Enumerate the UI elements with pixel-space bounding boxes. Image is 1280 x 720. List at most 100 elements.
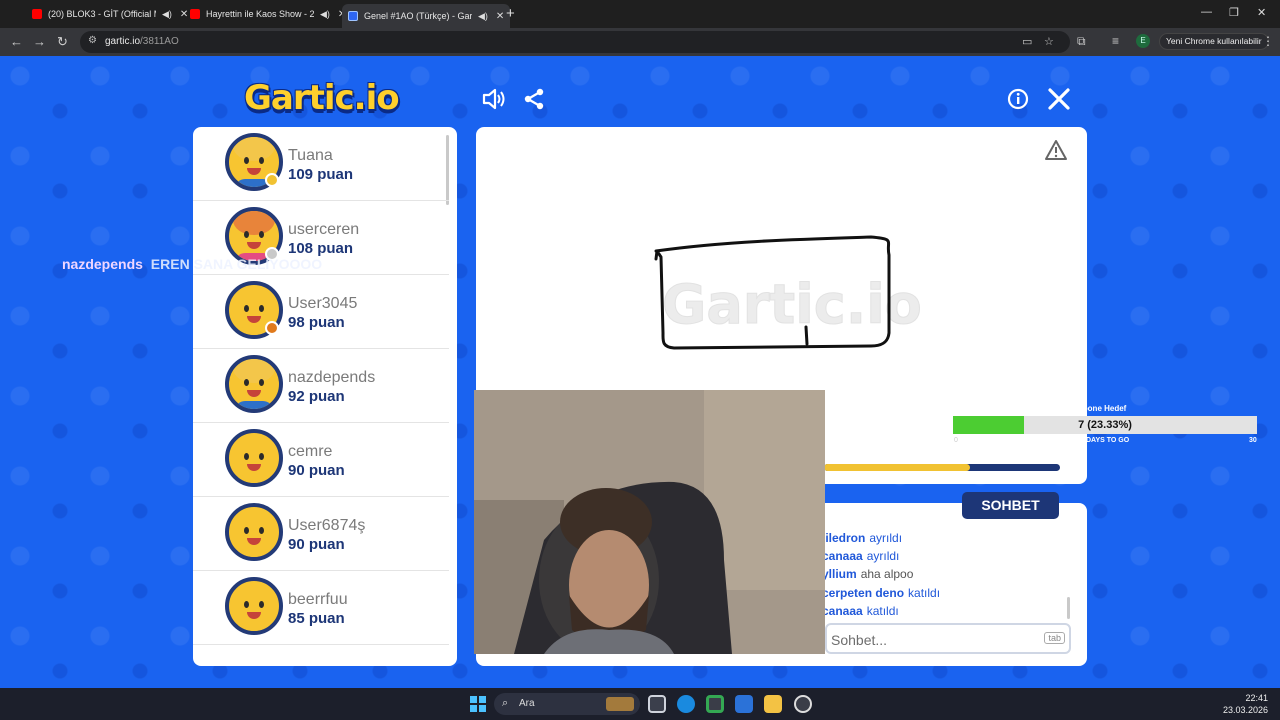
player-score: 90 puan [288,536,345,553]
gartic-logo[interactable]: Gartic.io [244,78,400,118]
chat-message: ıiledron ayrıldı [822,531,902,545]
youtube-icon [190,9,200,19]
chat-text: katıldı [866,603,899,618]
player-row[interactable]: Tuana 109 puan [193,127,449,201]
browser-tab[interactable]: (20) BLOK3 - GİT (Official M ◀) ✕ [26,4,194,24]
sound-icon[interactable] [480,86,506,117]
player-avatar [225,355,283,413]
windows-start-icon[interactable] [470,696,486,712]
speaker-icon[interactable]: ◀) [162,9,172,20]
players-panel: Tuana 109 puan userceren 108 puan User3045 98… [193,127,457,666]
avatar-eye [259,157,264,164]
close-icon[interactable] [1047,87,1071,116]
chat-username[interactable]: yllium [822,567,857,581]
avatar-eye [259,231,264,238]
goal-start-value: 0 [954,437,958,444]
cast-icon[interactable]: ▭ [1022,35,1032,48]
subscriber-goal-widget: Abone Hedef 7 (23.33%) 0 DAYS TO GO 30 [953,404,1257,448]
chat-input[interactable]: Sohbet... tab [825,623,1071,654]
new-tab-button[interactable]: + [506,5,515,22]
tab-title: Hayrettin ile Kaos Show - 2.Sez [206,9,314,19]
avatar-shirt [235,549,273,557]
edge-icon[interactable] [677,695,695,713]
avatar-hair [233,137,275,161]
avatar-eye [259,305,264,312]
tab-title: (20) BLOK3 - GİT (Official M [48,9,156,19]
avatar-shirt [235,401,273,409]
player-name: User3045 [288,295,358,312]
reload-icon[interactable]: ↻ [57,34,68,50]
goal-progress-label: 7 (23.33%) [1078,419,1132,431]
avatar-eye [244,601,249,608]
avatar-mouth [247,168,261,175]
close-window-icon[interactable]: ✕ [1257,6,1266,19]
goal-title: Abone Hedef [1077,404,1127,413]
restore-icon[interactable]: ❐ [1229,6,1239,19]
address-bar[interactable]: ⚙ gartic.io/3811AO ▭ ☆ [80,31,1070,53]
report-warning-icon[interactable] [1044,139,1068,166]
media-control-icon[interactable]: ≡ [1112,34,1119,48]
player-avatar [225,503,283,561]
clock-date: 23.03.2026 [1222,705,1268,715]
floating-chat-user: nazdepends [62,256,143,272]
profile-avatar[interactable]: E [1136,34,1150,48]
site-info-icon[interactable]: ⚙ [88,35,97,46]
player-row[interactable]: beerrfuu 85 puan [193,571,449,645]
player-score: 98 puan [288,314,345,331]
player-row[interactable]: User3045 98 puan [193,275,449,349]
chrome-icon[interactable] [706,695,724,713]
avatar-mouth [247,538,261,545]
chat-username[interactable]: canaaa [822,604,863,618]
player-name: nazdepends [288,369,376,386]
player-row[interactable]: cemre 90 puan [193,423,449,497]
avatar-eye [244,527,249,534]
chat-username[interactable]: ıiledron [822,531,865,545]
minimize-icon[interactable]: — [1201,6,1212,18]
drawn-stroke [804,325,809,346]
chat-text: ayrıldı [869,531,903,545]
avatar-eye [244,379,249,386]
player-score: 92 puan [288,388,345,405]
chat-input-placeholder: Sohbet... [831,632,888,648]
player-name: User6874ş [288,517,366,534]
chat-message: cerpeten deno katıldı [822,586,940,600]
canvas-watermark: Gartic.io [662,273,922,336]
browser-tab-active[interactable]: Genel #1AO (Türkçe) - Gartic ◀) ✕ [342,4,511,28]
mail-icon[interactable] [735,695,753,713]
player-row[interactable]: nazdepends 92 puan [193,349,449,423]
speaker-icon[interactable]: ◀) [478,11,488,22]
chat-username[interactable]: cerpeten deno [822,586,904,600]
speaker-icon[interactable]: ◀) [320,9,330,20]
file-explorer-icon[interactable] [764,695,782,713]
avatar-mouth [247,242,261,249]
info-icon[interactable] [1007,88,1029,115]
extensions-icon[interactable]: ⧉ [1077,34,1086,49]
round-timer-fill [824,464,971,471]
youtube-icon [32,9,42,19]
forward-icon[interactable]: → [33,34,46,49]
avatar-mouth [247,464,261,471]
floating-chat-text: EREN SANA GELİYOOOO [150,256,323,272]
windows-taskbar: ⌕ Ara 22:41 23.03.2026 [0,688,1280,720]
system-clock[interactable]: 22:41 23.03.2026 [1223,692,1268,716]
avatar-eye [259,453,264,460]
avatar-eye [244,453,249,460]
search-highlight-image [606,697,634,711]
app-icon[interactable] [794,695,812,713]
share-icon[interactable] [522,87,546,116]
player-row[interactable]: User6874ş 90 puan [193,497,449,571]
tab-key-hint: tab [1044,632,1065,644]
close-tab-icon[interactable]: ✕ [496,11,504,22]
bookmark-star-icon[interactable]: ☆ [1044,35,1054,48]
chat-username[interactable]: canaaa [822,549,863,563]
task-view-icon[interactable] [648,695,666,713]
tab-title: Genel #1AO (Türkçe) - Gartic [364,11,472,21]
browser-tab[interactable]: Hayrettin ile Kaos Show - 2.Sez ◀) ✕ [184,4,352,24]
chrome-update-button[interactable]: Yeni Chrome kullanılabilir [1159,33,1269,50]
chrome-menu-icon[interactable]: ⋮ [1262,34,1274,48]
chat-message: yllium aha alpoo [822,567,913,581]
chat-message: canaaa katıldı [822,604,899,618]
taskbar-search[interactable]: ⌕ Ara [494,693,640,715]
chat-scrollbar[interactable] [1067,597,1070,619]
back-icon[interactable]: ← [10,34,23,49]
